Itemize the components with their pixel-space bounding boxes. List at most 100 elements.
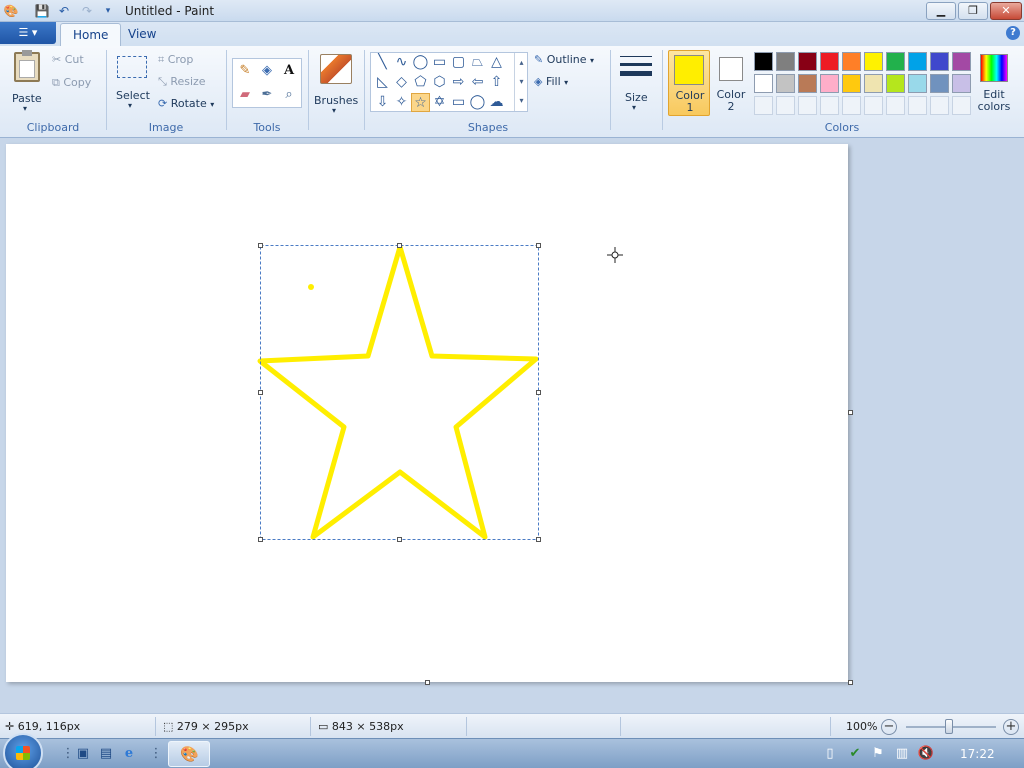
triangle-shape-icon[interactable]: △ — [487, 53, 506, 72]
shapes-scroll[interactable]: ▴ ▾ ▾ — [514, 53, 528, 111]
switch-windows-icon[interactable]: ▤ — [96, 744, 116, 764]
rectangle-shape-icon[interactable]: ▭ — [430, 53, 449, 72]
palette-custom-slot[interactable] — [908, 96, 927, 115]
fill-button[interactable]: ◈ Fill ▾ — [534, 75, 568, 88]
fill-bucket-icon[interactable]: ◈ — [257, 61, 277, 81]
tab-view[interactable]: View — [116, 23, 168, 46]
volume-muted-icon[interactable]: 🔇 — [916, 744, 936, 764]
palette-swatch[interactable] — [908, 74, 927, 93]
close-button[interactable]: ✕ — [990, 2, 1022, 20]
taskbar-paint-button[interactable]: 🎨 — [168, 741, 210, 767]
right-triangle-shape-icon[interactable]: ◺ — [373, 73, 392, 92]
tray-document-icon[interactable]: ▯ — [820, 744, 840, 764]
resize-button[interactable]: ⤡ Resize — [158, 75, 206, 89]
canvas-resize-handle-right[interactable] — [848, 410, 853, 415]
palette-swatch[interactable] — [798, 74, 817, 93]
palette-swatch[interactable] — [952, 74, 971, 93]
palette-swatch[interactable] — [754, 74, 773, 93]
pencil-icon[interactable]: ✎ — [235, 61, 255, 81]
palette-custom-slot[interactable] — [886, 96, 905, 115]
scroll-down-icon[interactable]: ▾ — [515, 72, 528, 91]
left-arrow-shape-icon[interactable]: ⇦ — [468, 73, 487, 92]
oval-callout-shape-icon[interactable]: ◯ — [468, 93, 487, 112]
magnifier-icon[interactable]: ⌕ — [279, 85, 299, 105]
palette-swatch[interactable] — [776, 74, 795, 93]
palette-swatch[interactable] — [754, 52, 773, 71]
taskbar-clock[interactable]: 17:22 — [960, 747, 995, 761]
show-desktop-icon[interactable]: ▣ — [73, 744, 93, 764]
up-arrow-shape-icon[interactable]: ⇧ — [487, 73, 506, 92]
zoom-in-icon[interactable]: + — [1003, 719, 1019, 735]
polygon-shape-icon[interactable]: ⏢ — [468, 53, 487, 72]
curve-shape-icon[interactable]: ∿ — [392, 53, 411, 72]
save-icon[interactable]: 💾 — [34, 3, 50, 19]
crop-button[interactable]: ⌗ Crop — [158, 53, 193, 67]
palette-custom-slot[interactable] — [842, 96, 861, 115]
color-picker-icon[interactable]: ✒ — [257, 85, 277, 105]
start-button[interactable] — [3, 733, 43, 768]
cloud-callout-shape-icon[interactable]: ☁ — [487, 93, 506, 112]
scroll-up-icon[interactable]: ▴ — [515, 53, 528, 72]
network-icon[interactable]: ▥ — [892, 744, 912, 764]
help-icon[interactable]: ? — [1006, 26, 1020, 40]
palette-swatch[interactable] — [930, 74, 949, 93]
palette-swatch[interactable] — [864, 52, 883, 71]
tab-home[interactable]: Home — [60, 23, 122, 46]
canvas-resize-handle-bottom[interactable] — [425, 680, 430, 685]
rounded-rectangle-shape-icon[interactable]: ▢ — [449, 53, 468, 72]
paint-app-icon[interactable]: 🎨 — [3, 3, 19, 19]
edit-colors-button[interactable]: Edit colors — [976, 50, 1012, 116]
select-button[interactable]: Select ▾ — [114, 52, 150, 112]
four-point-star-shape-icon[interactable]: ✧ — [392, 93, 411, 112]
palette-custom-slot[interactable] — [776, 96, 795, 115]
redo-icon[interactable]: ↷ — [79, 3, 95, 19]
undo-icon[interactable]: ↶ — [56, 3, 72, 19]
paint-menu-button[interactable]: ☰ ▾ — [0, 22, 56, 44]
palette-swatch[interactable] — [820, 74, 839, 93]
color2-button[interactable]: Color 2 — [712, 50, 752, 116]
paste-button[interactable]: Paste ▾ — [8, 50, 46, 113]
palette-swatch[interactable] — [798, 52, 817, 71]
customize-toolbar-icon[interactable]: ▾ — [100, 3, 116, 19]
outline-button[interactable]: ✎ Outline ▾ — [534, 53, 594, 66]
eraser-icon[interactable]: ▰ — [235, 85, 255, 105]
palette-custom-slot[interactable] — [798, 96, 817, 115]
brushes-button[interactable]: Brushes ▾ — [312, 52, 360, 115]
line-shape-icon[interactable]: ╲ — [373, 53, 392, 72]
palette-swatch[interactable] — [842, 52, 861, 71]
color1-button[interactable]: Color 1 — [668, 50, 710, 116]
diamond-shape-icon[interactable]: ◇ — [392, 73, 411, 92]
palette-swatch[interactable] — [864, 74, 883, 93]
palette-swatch[interactable] — [952, 52, 971, 71]
minimize-button[interactable]: ▁ — [926, 2, 956, 20]
palette-swatch[interactable] — [820, 52, 839, 71]
palette-custom-slot[interactable] — [930, 96, 949, 115]
text-tool-icon[interactable]: A — [279, 61, 299, 81]
tray-security-icon[interactable]: ✔ — [845, 744, 865, 764]
palette-swatch[interactable] — [886, 52, 905, 71]
hexagon-shape-icon[interactable]: ⬡ — [430, 73, 449, 92]
palette-swatch[interactable] — [908, 52, 927, 71]
palette-swatch[interactable] — [930, 52, 949, 71]
rotate-button[interactable]: ⟳ Rotate ▾ — [158, 97, 214, 110]
palette-swatch[interactable] — [886, 74, 905, 93]
pentagon-shape-icon[interactable]: ⬠ — [411, 73, 430, 92]
zoom-out-icon[interactable]: − — [881, 719, 897, 735]
expand-gallery-icon[interactable]: ▾ — [515, 91, 528, 110]
palette-swatch[interactable] — [776, 52, 795, 71]
palette-custom-slot[interactable] — [820, 96, 839, 115]
copy-button[interactable]: ⧉ Copy — [52, 76, 91, 90]
palette-custom-slot[interactable] — [754, 96, 773, 115]
right-arrow-shape-icon[interactable]: ⇨ — [449, 73, 468, 92]
down-arrow-shape-icon[interactable]: ⇩ — [373, 93, 392, 112]
internet-explorer-icon[interactable]: e — [119, 744, 139, 764]
action-center-flag-icon[interactable]: ⚑ — [868, 744, 888, 764]
restore-button[interactable]: ❐ — [958, 2, 988, 20]
palette-swatch[interactable] — [842, 74, 861, 93]
palette-custom-slot[interactable] — [864, 96, 883, 115]
five-point-star-shape-icon[interactable]: ☆ — [411, 93, 430, 112]
palette-custom-slot[interactable] — [952, 96, 971, 115]
zoom-slider-thumb[interactable] — [945, 719, 953, 734]
size-button[interactable]: Size ▾ — [616, 50, 656, 114]
rounded-callout-shape-icon[interactable]: ▭ — [449, 93, 468, 112]
